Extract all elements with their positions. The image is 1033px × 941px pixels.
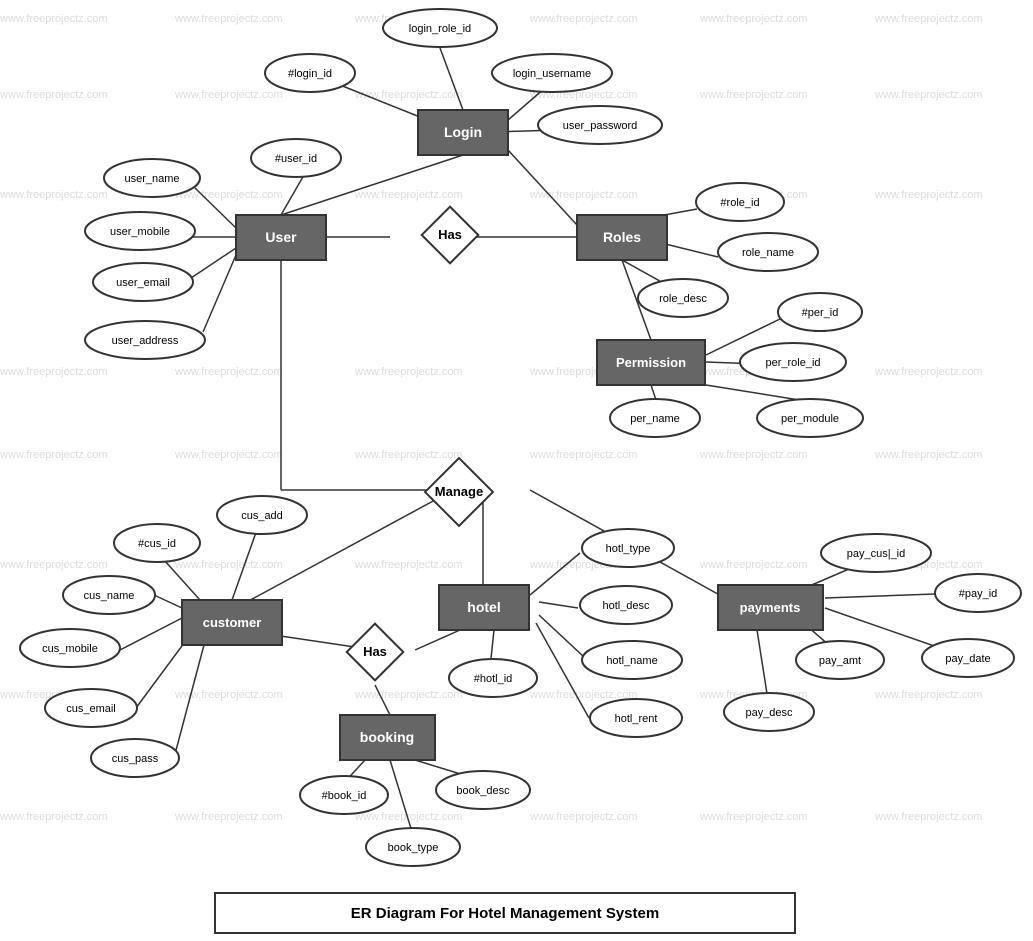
svg-text:hotl_type: hotl_type [606, 543, 651, 555]
svg-text:#hotl_id: #hotl_id [474, 673, 513, 685]
svg-text:pay_cus|_id: pay_cus|_id [847, 548, 906, 560]
svg-text:#pay_id: #pay_id [959, 588, 998, 600]
svg-text:cus_mobile: cus_mobile [42, 643, 98, 655]
svg-text:www.freeprojectz.com: www.freeprojectz.com [354, 689, 463, 701]
svg-text:www.freeprojectz.com: www.freeprojectz.com [354, 559, 463, 571]
er-diagram-title: ER Diagram For Hotel Management System [351, 905, 659, 922]
svg-text:user_name: user_name [124, 173, 179, 185]
svg-text:pay_amt: pay_amt [819, 655, 861, 667]
svg-text:www.freeprojectz.com: www.freeprojectz.com [354, 189, 463, 201]
svg-text:user_address: user_address [112, 335, 179, 347]
svg-text:per_role_id: per_role_id [765, 357, 820, 369]
svg-text:www.freeprojectz.com: www.freeprojectz.com [0, 89, 108, 101]
svg-text:#user_id: #user_id [275, 153, 317, 165]
svg-text:www.freeprojectz.com: www.freeprojectz.com [174, 366, 283, 378]
svg-text:pay_desc: pay_desc [745, 707, 793, 719]
svg-text:per_name: per_name [630, 413, 680, 425]
svg-text:Has: Has [438, 227, 462, 242]
svg-text:user_email: user_email [116, 277, 170, 289]
svg-text:www.freeprojectz.com: www.freeprojectz.com [174, 89, 283, 101]
customer-label: customer [203, 615, 262, 630]
svg-text:per_module: per_module [781, 413, 839, 425]
svg-text:www.freeprojectz.com: www.freeprojectz.com [0, 559, 108, 571]
svg-text:Manage: Manage [435, 484, 483, 499]
svg-text:user_password: user_password [563, 120, 638, 132]
svg-text:hotl_name: hotl_name [606, 655, 657, 667]
svg-text:hotl_rent: hotl_rent [615, 713, 658, 725]
svg-text:www.freeprojectz.com: www.freeprojectz.com [874, 449, 983, 461]
svg-text:book_desc: book_desc [456, 785, 510, 797]
svg-text:www.freeprojectz.com: www.freeprojectz.com [874, 89, 983, 101]
svg-text:www.freeprojectz.com: www.freeprojectz.com [874, 689, 983, 701]
svg-text:role_name: role_name [742, 247, 794, 259]
svg-text:cus_pass: cus_pass [112, 753, 159, 765]
svg-text:www.freeprojectz.com: www.freeprojectz.com [874, 366, 983, 378]
svg-text:www.freeprojectz.com: www.freeprojectz.com [174, 189, 283, 201]
has2-relationship: Has [347, 624, 404, 681]
svg-text:hotl_desc: hotl_desc [602, 600, 650, 612]
svg-text:cus_name: cus_name [84, 590, 135, 602]
svg-text:www.freeprojectz.com: www.freeprojectz.com [0, 366, 108, 378]
svg-text:www.freeprojectz.com: www.freeprojectz.com [699, 89, 808, 101]
hotel-label: hotel [467, 599, 500, 615]
svg-text:www.freeprojectz.com: www.freeprojectz.com [0, 13, 108, 25]
svg-text:www.freeprojectz.com: www.freeprojectz.com [529, 811, 638, 823]
svg-text:www.freeprojectz.com: www.freeprojectz.com [0, 449, 108, 461]
svg-text:www.freeprojectz.com: www.freeprojectz.com [354, 366, 463, 378]
svg-text:www.freeprojectz.com: www.freeprojectz.com [699, 811, 808, 823]
booking-label: booking [360, 729, 414, 745]
svg-text:www.freeprojectz.com: www.freeprojectz.com [699, 13, 808, 25]
svg-text:www.freeprojectz.com: www.freeprojectz.com [174, 811, 283, 823]
svg-text:www.freeprojectz.com: www.freeprojectz.com [174, 449, 283, 461]
svg-text:www.freeprojectz.com: www.freeprojectz.com [0, 811, 108, 823]
svg-text:cus_add: cus_add [241, 510, 283, 522]
svg-text:#login_id: #login_id [288, 68, 332, 80]
svg-text:login_username: login_username [513, 68, 591, 80]
svg-text:www.freeprojectz.com: www.freeprojectz.com [874, 189, 983, 201]
svg-text:book_type: book_type [388, 842, 439, 854]
svg-text:www.freeprojectz.com: www.freeprojectz.com [174, 13, 283, 25]
svg-text:www.freeprojectz.com: www.freeprojectz.com [174, 559, 283, 571]
svg-text:www.freeprojectz.com: www.freeprojectz.com [699, 559, 808, 571]
svg-text:Has: Has [363, 644, 387, 659]
svg-text:www.freeprojectz.com: www.freeprojectz.com [874, 811, 983, 823]
svg-text:user_mobile: user_mobile [110, 226, 170, 238]
svg-text:www.freeprojectz.com: www.freeprojectz.com [874, 13, 983, 25]
svg-text:#role_id: #role_id [720, 197, 759, 209]
svg-text:pay_date: pay_date [945, 653, 990, 665]
svg-text:#cus_id: #cus_id [138, 538, 176, 550]
svg-text:www.freeprojectz.com: www.freeprojectz.com [529, 13, 638, 25]
roles-label: Roles [603, 229, 641, 245]
svg-text:cus_email: cus_email [66, 703, 116, 715]
svg-text:#book_id: #book_id [322, 790, 367, 802]
svg-text:role_desc: role_desc [659, 293, 707, 305]
user-label: User [265, 229, 297, 245]
svg-text:www.freeprojectz.com: www.freeprojectz.com [699, 449, 808, 461]
svg-text:login_role_id: login_role_id [409, 23, 471, 35]
svg-text:www.freeprojectz.com: www.freeprojectz.com [354, 449, 463, 461]
login-label: Login [444, 124, 482, 140]
payments-label: payments [740, 600, 801, 615]
svg-text:#per_id: #per_id [802, 307, 839, 319]
svg-text:www.freeprojectz.com: www.freeprojectz.com [529, 449, 638, 461]
svg-text:www.freeprojectz.com: www.freeprojectz.com [354, 89, 463, 101]
svg-text:www.freeprojectz.com: www.freeprojectz.com [0, 189, 108, 201]
has1-relationship: Has [422, 207, 479, 264]
permission-label: Permission [616, 355, 686, 370]
